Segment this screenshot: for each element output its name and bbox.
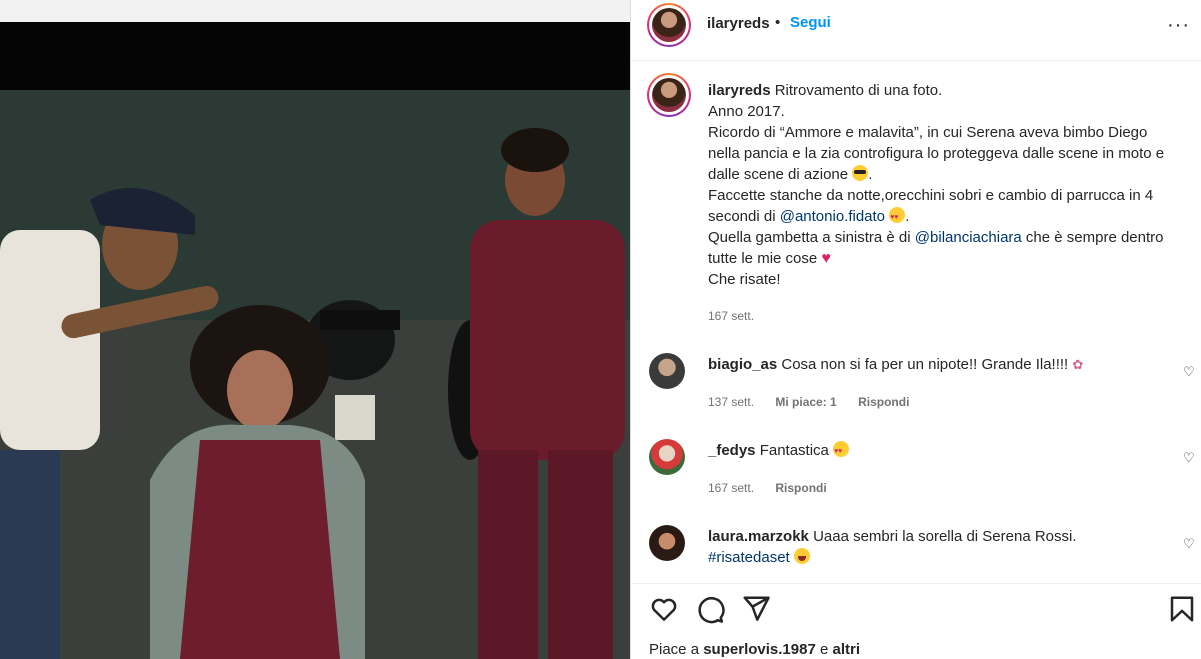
comment-icon[interactable] <box>695 594 725 624</box>
caption-username[interactable]: ilaryreds <box>708 82 771 99</box>
comment-username[interactable]: laura.marzokk <box>708 528 809 545</box>
commenter-avatar[interactable] <box>649 439 685 475</box>
liker-username[interactable]: superlovis.1987 <box>703 641 816 658</box>
laughing-emoji-icon <box>793 548 810 564</box>
caption-time[interactable]: 167 sett. <box>708 309 754 323</box>
comment-like-heart-icon[interactable]: ♡ <box>1183 364 1195 380</box>
likes-others[interactable]: altri <box>832 641 860 658</box>
post-header: ilaryreds • Segui ··· <box>631 0 1201 60</box>
commenter-avatar[interactable] <box>649 525 685 561</box>
author-username[interactable]: ilaryreds <box>707 15 770 32</box>
reply-button[interactable]: Rispondi <box>858 395 909 409</box>
author-avatar[interactable] <box>647 3 691 47</box>
actions-divider <box>631 583 1201 584</box>
comment-body: Cosa non si fa per un nipote!! Grande Il… <box>781 356 1069 373</box>
caption-line-6: Che risate! <box>708 271 781 288</box>
follow-button[interactable]: Segui <box>790 14 831 31</box>
caption-line-3: Ricordo di “Ammore e malavita”, in cui S… <box>708 124 1165 183</box>
likes-prefix: Piace a <box>649 641 700 658</box>
sunglasses-emoji-icon <box>852 165 869 181</box>
red-heart-emoji-icon: ♥ <box>821 250 831 267</box>
comment-meta: 137 sett. Mi piace: 1 Rispondi <box>708 395 927 409</box>
comment-likes-count[interactable]: Mi piace: 1 <box>775 395 836 409</box>
post-image <box>0 0 630 659</box>
heart-eyes-emoji-icon <box>889 207 906 228</box>
caption: ilaryreds Ritrovamento di una foto. Anno… <box>708 80 1178 290</box>
caption-line-2: Anno 2017. <box>708 103 785 120</box>
commenter-avatar[interactable] <box>649 353 685 389</box>
comment-username[interactable]: _fedys <box>708 442 756 459</box>
bookmark-icon[interactable] <box>1167 594 1197 624</box>
hashtag-link[interactable]: #risatedaset <box>708 549 790 566</box>
comment-text: biagio_as Cosa non si fa per un nipote!!… <box>708 354 1158 375</box>
comment-meta: 167 sett. Rispondi <box>708 481 845 495</box>
comment-time[interactable]: 167 sett. <box>708 481 754 495</box>
heart-icon[interactable] <box>649 594 679 624</box>
comment-text: _fedys Fantastica <box>708 440 1158 462</box>
mention-bilanciachiara[interactable]: @bilanciachiara <box>915 229 1022 246</box>
comment-like-heart-icon[interactable]: ♡ <box>1183 536 1195 552</box>
comment-body: Fantastica <box>759 442 829 459</box>
header-divider <box>631 60 1201 61</box>
caption-avatar[interactable] <box>647 73 691 117</box>
caption-line-1: Ritrovamento di una foto. <box>774 82 943 99</box>
caption-meta: 167 sett. <box>708 309 772 323</box>
comment-time[interactable]: 137 sett. <box>708 395 754 409</box>
likes-summary: Piace a superlovis.1987 e altri <box>649 641 860 658</box>
bouquet-emoji-icon: ✿ <box>1072 357 1084 372</box>
heart-eyes-emoji-icon <box>833 441 850 462</box>
action-bar <box>631 590 1201 630</box>
separator-dot: • <box>775 14 781 31</box>
mention-antonio-fidato[interactable]: @antonio.fidato <box>780 208 885 225</box>
post-photo[interactable] <box>0 0 630 659</box>
comment-body: Uaaa sembri la sorella di Serena Rossi. <box>813 528 1077 545</box>
likes-and: e <box>819 641 829 658</box>
comment-text: laura.marzokk Uaaa sembri la sorella di … <box>708 526 1158 568</box>
reply-button[interactable]: Rispondi <box>775 481 826 495</box>
post-side-panel: ilaryreds • Segui ··· ilaryreds Ritrovam… <box>631 0 1201 659</box>
caption-line-4: Faccette stanche da notte,orecchini sobr… <box>708 187 1154 225</box>
caption-line-5: Quella gambetta a sinistra è di <box>708 229 911 246</box>
comment-like-heart-icon[interactable]: ♡ <box>1183 450 1195 466</box>
more-icon[interactable]: ··· <box>1167 14 1190 37</box>
share-icon[interactable] <box>741 594 771 624</box>
comment-username[interactable]: biagio_as <box>708 356 777 373</box>
